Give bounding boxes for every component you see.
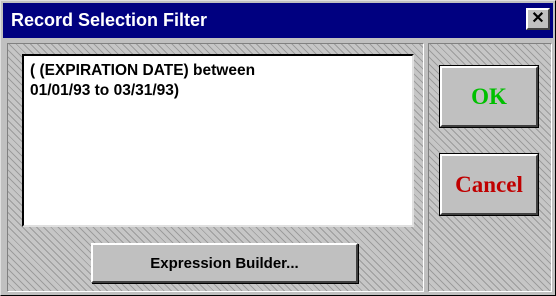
expression-builder-button[interactable]: Expression Builder... [91,243,358,283]
close-button[interactable]: ✕ [526,8,550,30]
cancel-button[interactable]: Cancel [439,153,539,216]
close-icon: ✕ [531,10,545,27]
dialog-title: Record Selection Filter [11,10,208,30]
filter-panel: ( (EXPIRATION DATE) between 01/01/93 to … [7,43,424,292]
ok-button[interactable]: OK [439,65,539,128]
record-selection-filter-dialog: Record Selection Filter ✕ ( (EXPIRATION … [0,0,556,296]
action-panel: OK Cancel [428,43,552,292]
filter-expression-textarea[interactable]: ( (EXPIRATION DATE) between 01/01/93 to … [22,54,414,227]
title-bar[interactable]: Record Selection Filter ✕ [3,3,553,38]
